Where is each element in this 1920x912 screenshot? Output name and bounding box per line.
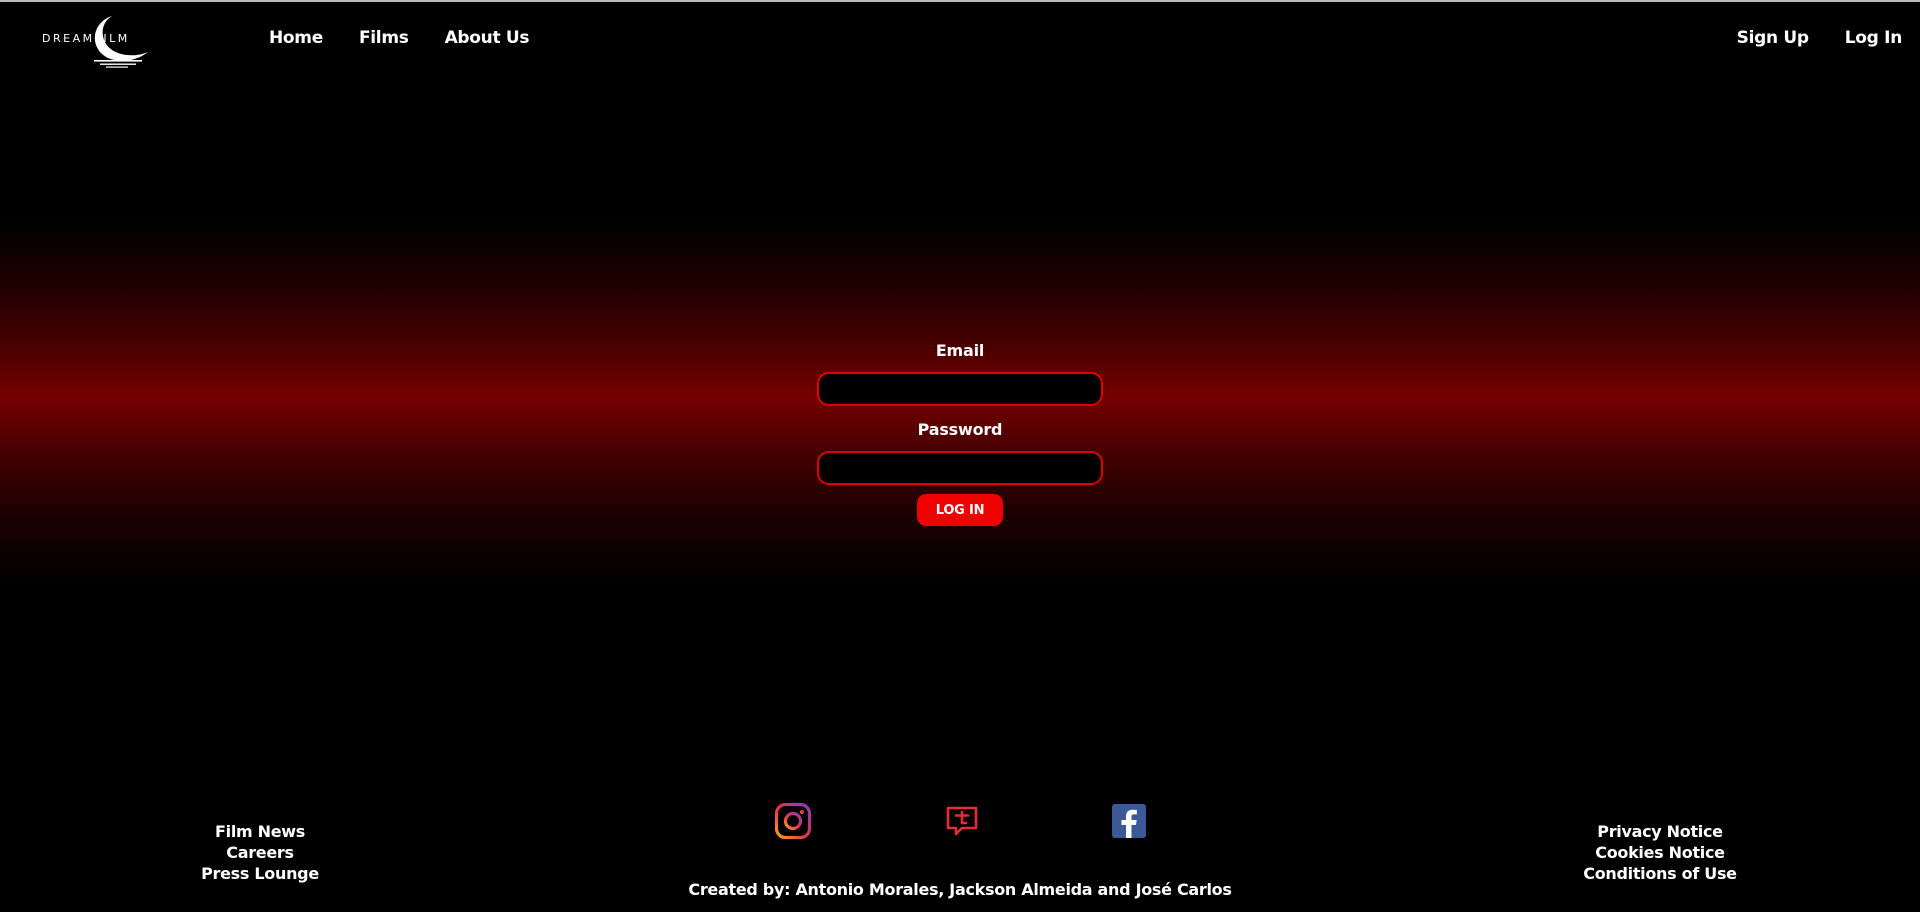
password-field[interactable] [817, 451, 1103, 485]
credits-text: Created by: Antonio Morales, Jackson Alm… [688, 880, 1232, 899]
email-label: Email [935, 341, 985, 360]
nav-home[interactable]: Home [269, 28, 323, 48]
dreamfilm-logo[interactable]: DREAMFILM [40, 14, 152, 68]
footer-link-film-news[interactable]: Film News [215, 821, 305, 842]
footer-link-privacy-notice[interactable]: Privacy Notice [1597, 821, 1723, 842]
footer-left-links: Film News Careers Press Lounge [180, 821, 340, 884]
footer-link-cookies-notice[interactable]: Cookies Notice [1595, 842, 1725, 863]
facebook-icon[interactable] [1110, 802, 1148, 840]
footer-link-careers[interactable]: Careers [226, 842, 294, 863]
nav-about-us[interactable]: About Us [445, 28, 530, 48]
nav-log-in[interactable]: Log In [1845, 28, 1903, 48]
nav-sign-up[interactable]: Sign Up [1737, 28, 1809, 48]
tumblr-icon[interactable] [943, 802, 981, 840]
password-label: Password [917, 420, 1003, 439]
site-header: DREAMFILM Home Films About Us Sign Up Lo… [0, 2, 1920, 74]
email-field[interactable] [817, 372, 1103, 406]
nav-films[interactable]: Films [359, 28, 409, 48]
logo-text: DREAMFILM [42, 32, 130, 45]
instagram-icon[interactable] [774, 802, 812, 840]
footer-right-links: Privacy Notice Cookies Notice Conditions… [1560, 821, 1760, 884]
main-nav: Home Films About Us [269, 28, 530, 48]
account-nav: Sign Up Log In [1737, 28, 1903, 48]
login-form: Email Password LOG IN [817, 340, 1103, 526]
login-button[interactable]: LOG IN [917, 494, 1003, 526]
